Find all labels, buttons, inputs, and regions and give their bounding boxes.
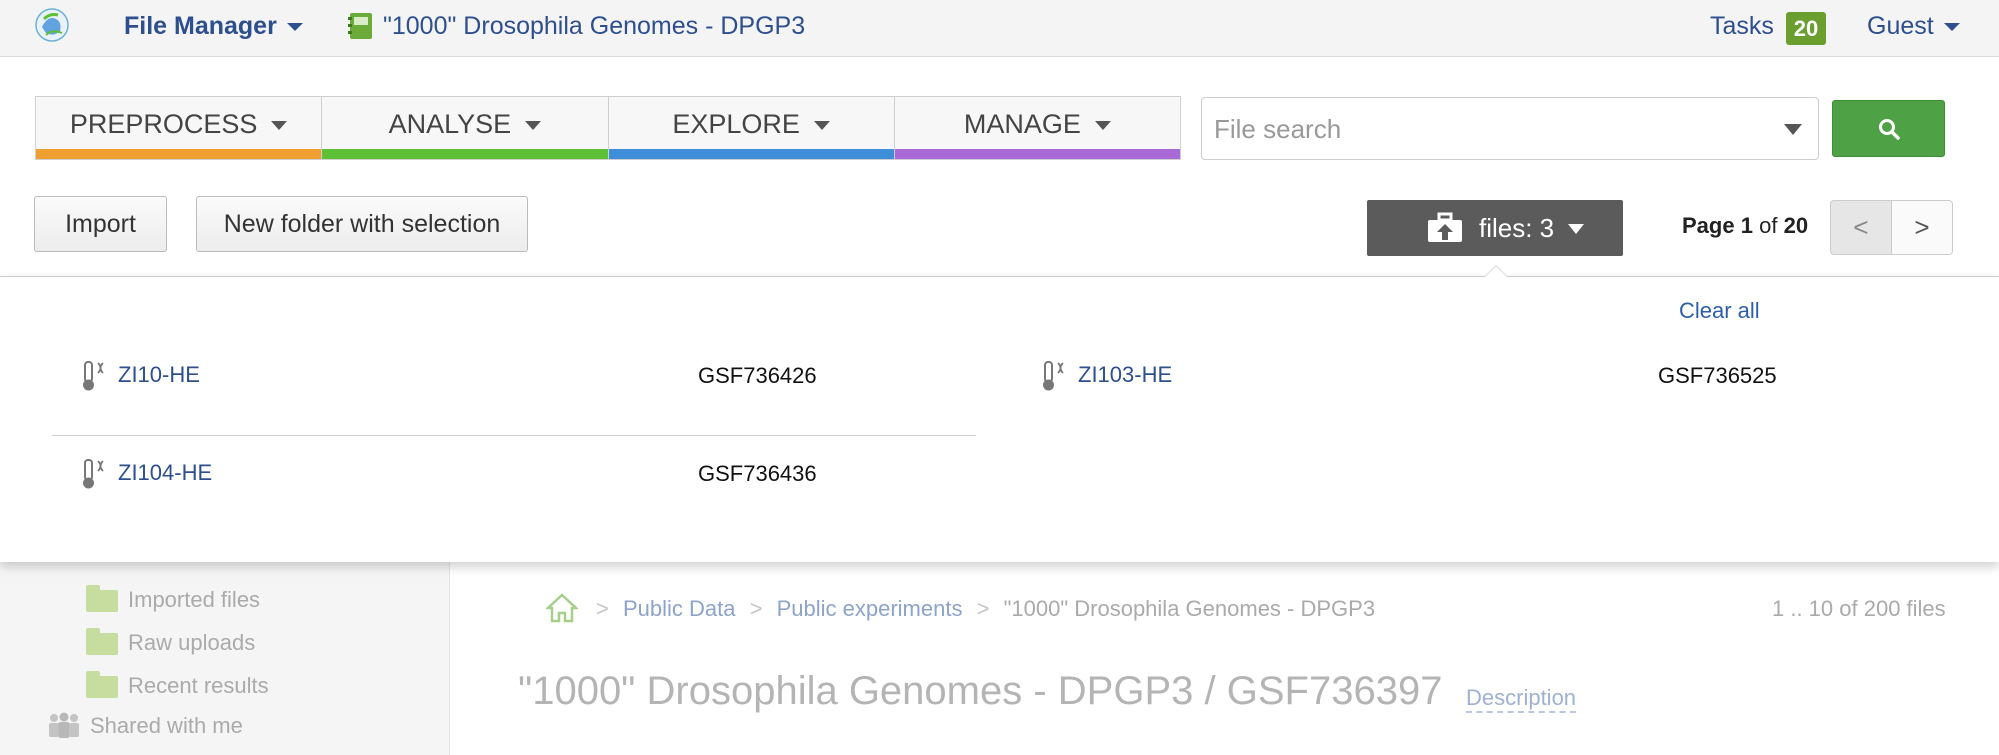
briefcase-upload-icon — [1428, 212, 1462, 242]
import-button[interactable]: Import — [34, 196, 167, 252]
search-button[interactable] — [1832, 100, 1945, 157]
selected-file-name[interactable]: ZI104-HE — [118, 460, 212, 486]
previous-page-button[interactable]: < — [1830, 200, 1892, 255]
breadcrumb-public-data[interactable]: Public Data — [623, 596, 736, 621]
folder-icon — [86, 585, 118, 612]
selected-file-row[interactable]: ZI103-HE GSF736525 — [1040, 356, 1800, 396]
selected-files-panel: Clear all ZI10-HE GSF736426 ZI103-HE GSF… — [0, 276, 1999, 562]
selected-file-accession: GSF736426 — [698, 363, 817, 388]
description-link[interactable]: Description — [1466, 685, 1577, 713]
breadcrumb-separator: > — [976, 596, 990, 621]
sidebar-item-recent-results[interactable]: Recent results — [128, 673, 269, 699]
menu-tab-label: PREPROCESS — [69, 109, 258, 139]
selected-file-name[interactable]: ZI10-HE — [118, 362, 200, 388]
file-count-label: 1 .. 10 of 200 files — [1772, 596, 1946, 621]
menu-tab-label: MANAGE — [963, 109, 1081, 139]
genome-sample-icon — [1043, 361, 1064, 391]
page-indicator: Page 1 of 20 — [1682, 213, 1808, 239]
selected-file-name[interactable]: ZI103-HE — [1078, 362, 1172, 388]
project-title-link[interactable]: "1000" Drosophila Genomes - DPGP3 — [383, 12, 805, 41]
chevron-down-icon — [1568, 224, 1584, 234]
dropdown-pointer — [1484, 265, 1508, 277]
new-folder-with-selection-button[interactable]: New folder with selection — [196, 196, 528, 252]
selected-files-label: files: 3 — [1479, 213, 1555, 243]
selected-files-button[interactable]: files: 3 — [1367, 200, 1623, 256]
search-icon — [1879, 119, 1900, 140]
tasks-link[interactable]: Tasks — [1710, 12, 1774, 41]
genome-sample-icon — [83, 459, 104, 489]
tasks-count-badge[interactable]: 20 — [1786, 12, 1826, 45]
selected-file-accession: GSF736525 — [1658, 363, 1777, 388]
selected-file-accession: GSF736436 — [698, 461, 817, 486]
genome-sample-icon — [83, 361, 104, 391]
menu-tab-analyse[interactable]: ANALYSE — [322, 97, 609, 159]
menu-tab-preprocess[interactable]: PREPROCESS — [36, 97, 323, 159]
chevron-down-icon — [1943, 23, 1960, 32]
page-of: of — [1759, 213, 1778, 238]
main-menu: PREPROCESS ANALYSE EXPLORE MANAGE — [35, 96, 1181, 160]
home-icon[interactable] — [546, 593, 578, 623]
page-total: 20 — [1783, 213, 1809, 238]
page-title: "1000" Drosophila Genomes - DPGP3 / GSF7… — [518, 669, 1443, 713]
sidebar-item-raw-uploads[interactable]: Raw uploads — [128, 630, 255, 656]
search-folder-icon — [86, 671, 118, 698]
page-current: 1 — [1740, 213, 1753, 238]
chevron-down-icon — [286, 23, 303, 32]
menu-tab-explore[interactable]: EXPLORE — [608, 97, 895, 159]
chevron-down-icon — [525, 121, 542, 131]
folder-icon — [86, 628, 118, 655]
breadcrumb-public-experiments[interactable]: Public experiments — [777, 596, 963, 621]
user-menu[interactable]: Guest — [1867, 12, 1960, 41]
chevron-down-icon — [1094, 121, 1111, 131]
selected-file-row[interactable]: ZI104-HE GSF736436 — [80, 454, 840, 494]
chevron-down-icon — [271, 121, 288, 131]
file-search-box — [1201, 97, 1819, 160]
sidebar-item-shared-with-me[interactable]: Shared with me — [90, 713, 243, 739]
top-bar: File Manager "1000" Drosophila Genomes -… — [0, 0, 1999, 57]
user-label: Guest — [1867, 12, 1934, 40]
menu-tab-color-bar — [894, 149, 1180, 159]
clear-all-link[interactable]: Clear all — [1679, 298, 1760, 324]
menu-tab-color-bar — [36, 149, 322, 159]
menu-tab-label: ANALYSE — [388, 109, 512, 139]
selected-file-row[interactable]: ZI10-HE GSF736426 — [80, 356, 840, 396]
sidebar-item-imported-files[interactable]: Imported files — [128, 587, 260, 613]
menu-tab-label: EXPLORE — [672, 109, 800, 139]
breadcrumb-separator: > — [749, 596, 763, 621]
notebook-icon — [348, 13, 372, 39]
menu-tab-manage[interactable]: MANAGE — [894, 97, 1180, 159]
file-search-input[interactable] — [1214, 112, 1754, 146]
people-icon — [49, 712, 79, 738]
file-manager-menu[interactable]: File Manager — [124, 12, 303, 41]
breadcrumb-current: "1000" Drosophila Genomes - DPGP3 — [1003, 596, 1376, 621]
breadcrumb-separator: > — [596, 596, 609, 621]
menu-tab-color-bar — [322, 149, 608, 159]
breadcrumb: > Public Data > Public experiments > "10… — [588, 596, 1375, 622]
next-page-button[interactable]: > — [1892, 200, 1953, 255]
app-logo-icon[interactable] — [34, 7, 70, 43]
file-manager-label: File Manager — [124, 12, 277, 40]
menu-tab-color-bar — [608, 149, 894, 159]
page-word: Page — [1682, 213, 1735, 238]
search-scope-dropdown-icon[interactable] — [1784, 124, 1802, 135]
chevron-down-icon — [813, 121, 830, 131]
row-divider — [52, 435, 976, 436]
